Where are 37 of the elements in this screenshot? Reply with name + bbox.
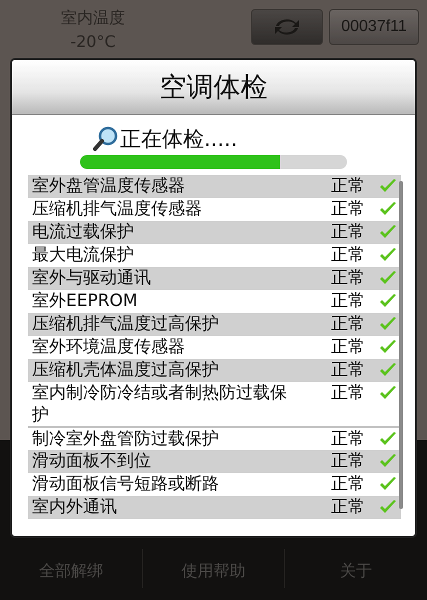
menu-button[interactable]: 全部解绑 [0, 549, 142, 588]
check-item-name: 滑动面板不到位 [32, 450, 152, 472]
check-result: 正常 [331, 336, 366, 358]
check-result: 正常 [331, 290, 366, 312]
check-result: 正常 [331, 496, 366, 518]
check-result: 正常 [331, 267, 366, 289]
check-item-name: 电流过载保护 [32, 221, 135, 243]
check-item-name: 室内制冷防冷结或者制热防过载保护 [32, 382, 288, 426]
status-text: 正在体检..... [120, 126, 238, 153]
check-result: 正常 [331, 450, 366, 472]
check-item-name: 滑动面板信号短路或断路 [32, 473, 220, 495]
menu-button[interactable]: 使用帮助 [142, 549, 284, 588]
dialog-title: 空调体检 [12, 60, 415, 115]
check-result: 正常 [331, 313, 366, 335]
check-item-name: 室外与驱动通讯 [32, 267, 152, 289]
check-result: 正常 [331, 221, 366, 243]
check-result: 正常 [331, 428, 366, 450]
check-item-name: 压缩机排气温度过高保护 [32, 313, 220, 335]
check-result: 正常 [331, 175, 366, 197]
check-item-name: 室外环境温度传感器 [32, 336, 186, 358]
check-result: 正常 [331, 359, 366, 381]
check-item-name: 压缩机排气温度传感器 [32, 198, 203, 220]
check-item-name: 最大电流保护 [32, 244, 135, 266]
check-result: 正常 [331, 473, 366, 495]
check-item-name: 压缩机壳体温度过高保护 [32, 359, 220, 381]
scrollbar[interactable] [399, 181, 403, 509]
check-result: 正常 [331, 198, 366, 220]
check-result: 正常 [331, 382, 366, 404]
check-item-name: 室外EEPROM [32, 290, 139, 312]
search-icon [92, 126, 118, 152]
refresh-button[interactable] [251, 9, 323, 45]
check-item-name: 制冷室外盘管防过载保护 [32, 428, 220, 450]
check-item-name: 室外盘管温度传感器 [32, 175, 186, 197]
check-item-name: 室内外通讯 [32, 496, 118, 518]
menu-button[interactable]: 关于 [284, 549, 427, 588]
device-id-button[interactable]: 00037f11 [329, 9, 419, 45]
check-result: 正常 [331, 244, 366, 266]
